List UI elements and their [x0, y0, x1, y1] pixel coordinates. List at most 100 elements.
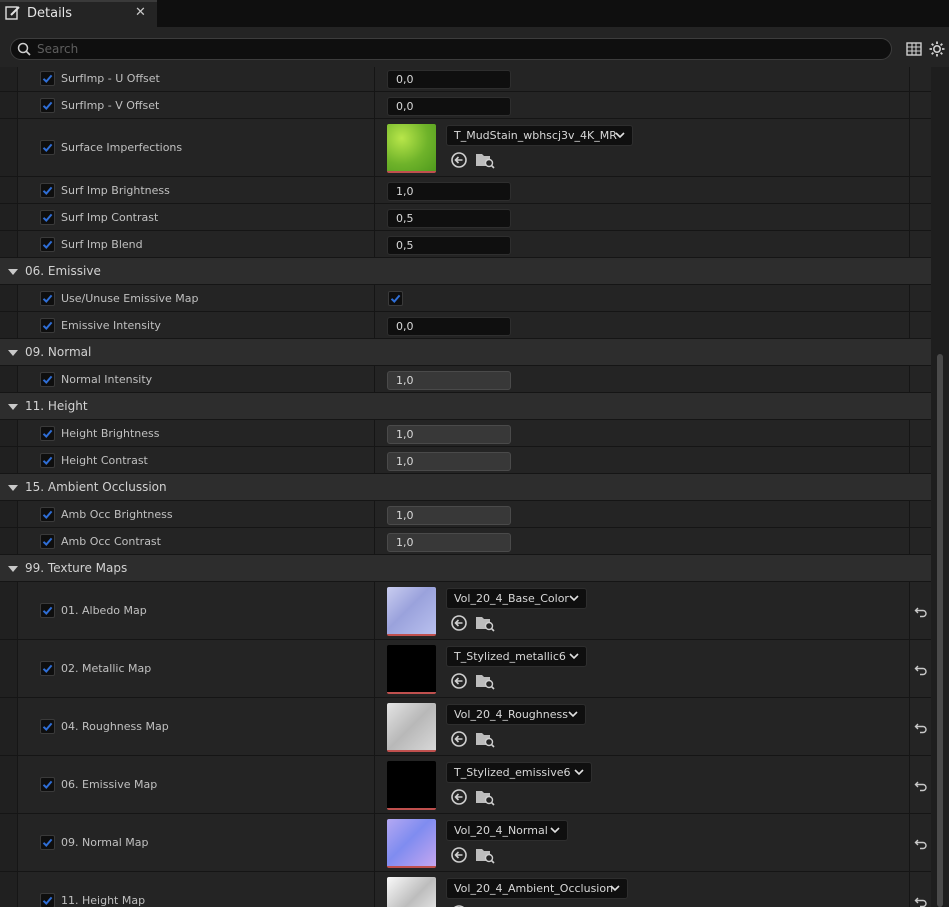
checkmark-icon	[390, 294, 401, 303]
numeric-input[interactable]: 0,0	[387, 97, 511, 116]
browse-asset-icon[interactable]	[475, 672, 495, 690]
texture-asset-dropdown[interactable]: T_Stylized_metallic6	[446, 646, 587, 667]
close-icon[interactable]: ✕	[135, 5, 146, 20]
texture-thumbnail[interactable]	[387, 645, 436, 694]
use-selected-asset-icon[interactable]	[450, 846, 468, 864]
collapse-arrow-icon[interactable]	[8, 350, 18, 356]
category-label[interactable]: 09. Normal	[25, 345, 91, 359]
reset-to-default-icon[interactable]	[914, 604, 928, 618]
numeric-input[interactable]: 0,5	[387, 236, 511, 255]
override-checkbox[interactable]	[40, 318, 55, 333]
tab-bar: Details ✕	[0, 0, 949, 28]
collapse-arrow-icon[interactable]	[8, 485, 18, 491]
override-checkbox[interactable]	[40, 507, 55, 522]
numeric-input[interactable]: 0,0	[387, 317, 511, 336]
texture-thumbnail[interactable]	[387, 587, 436, 636]
checkmark-icon	[42, 74, 53, 83]
texture-asset-name: Vol_20_4_Ambient_Occlusion	[454, 882, 614, 895]
override-checkbox[interactable]	[40, 71, 55, 86]
numeric-input[interactable]: 0,5	[387, 209, 511, 228]
override-checkbox[interactable]	[40, 893, 55, 907]
name-cell	[0, 872, 375, 907]
override-checkbox[interactable]	[40, 534, 55, 549]
property-row-surf-imp-brightness: Surf Imp Brightness 1,0	[0, 177, 931, 204]
collapse-arrow-icon[interactable]	[8, 404, 18, 410]
value-cell: T_Stylized_metallic6	[375, 640, 910, 697]
search-input[interactable]	[37, 40, 877, 58]
category-label[interactable]: 06. Emissive	[25, 264, 101, 278]
browse-asset-icon[interactable]	[475, 846, 495, 864]
texture-asset-dropdown[interactable]: Vol_20_4_Base_Color	[446, 588, 587, 609]
override-checkbox[interactable]	[40, 835, 55, 850]
value-cell: 0,0	[375, 67, 910, 91]
override-checkbox[interactable]	[40, 453, 55, 468]
use-selected-asset-icon[interactable]	[450, 151, 468, 169]
search-box[interactable]	[10, 38, 892, 60]
override-checkbox[interactable]	[40, 140, 55, 155]
texture-thumbnail[interactable]	[387, 819, 436, 868]
table-view-icon[interactable]	[905, 40, 923, 58]
value-checkbox[interactable]	[388, 291, 403, 306]
texture-asset-dropdown[interactable]: Vol_20_4_Roughness	[446, 704, 586, 725]
property-row-amb-occ-brightness: Amb Occ Brightness 1,0	[0, 501, 931, 528]
use-selected-asset-icon[interactable]	[450, 788, 468, 806]
category-label[interactable]: 15. Ambient Occlussion	[25, 480, 167, 494]
override-checkbox[interactable]	[40, 372, 55, 387]
browse-asset-icon[interactable]	[475, 151, 495, 169]
browse-asset-icon[interactable]	[475, 788, 495, 806]
numeric-input[interactable]: 0,0	[387, 70, 511, 89]
reset-cell	[910, 756, 931, 813]
numeric-input[interactable]: 1,0	[387, 371, 511, 390]
category-label[interactable]: 99. Texture Maps	[25, 561, 127, 575]
override-checkbox[interactable]	[40, 777, 55, 792]
override-checkbox[interactable]	[40, 426, 55, 441]
override-checkbox[interactable]	[40, 603, 55, 618]
checkmark-icon	[42, 429, 53, 438]
override-checkbox[interactable]	[40, 661, 55, 676]
numeric-input[interactable]: 1,0	[387, 506, 511, 525]
reset-cell	[910, 501, 931, 527]
property-row-02-metallic-map: 02. Metallic Map T_Stylized_metallic6	[0, 640, 931, 698]
reset-to-default-icon[interactable]	[914, 778, 928, 792]
texture-asset-dropdown[interactable]: T_MudStain_wbhscj3v_4K_MR	[446, 125, 633, 146]
reset-to-default-icon[interactable]	[914, 662, 928, 676]
texture-thumbnail[interactable]	[387, 761, 436, 810]
category-label[interactable]: 11. Height	[25, 399, 88, 413]
property-row-normal-intensity: Normal Intensity 1,0	[0, 366, 931, 393]
reset-to-default-icon[interactable]	[914, 836, 928, 850]
category-11-height: 11. Height	[0, 393, 931, 420]
override-checkbox[interactable]	[40, 210, 55, 225]
browse-asset-icon[interactable]	[475, 730, 495, 748]
texture-thumbnail[interactable]	[387, 877, 436, 907]
numeric-input[interactable]: 1,0	[387, 452, 511, 471]
property-label: Emissive Intensity	[61, 319, 161, 332]
scrollbar-thumb[interactable]	[937, 354, 943, 907]
texture-asset-dropdown[interactable]: Vol_20_4_Normal	[446, 820, 568, 841]
numeric-input[interactable]: 1,0	[387, 533, 511, 552]
gear-icon[interactable]	[928, 40, 946, 58]
override-checkbox[interactable]	[40, 719, 55, 734]
override-checkbox[interactable]	[40, 183, 55, 198]
value-cell	[375, 285, 910, 311]
texture-thumbnail[interactable]	[387, 124, 436, 173]
browse-asset-icon[interactable]	[475, 614, 495, 632]
tab-details[interactable]: Details ✕	[0, 0, 157, 27]
use-selected-asset-icon[interactable]	[450, 614, 468, 632]
scrollbar[interactable]	[931, 67, 949, 907]
checkmark-icon	[42, 896, 53, 905]
reset-to-default-icon[interactable]	[914, 894, 928, 907]
use-selected-asset-icon[interactable]	[450, 730, 468, 748]
numeric-input[interactable]: 1,0	[387, 182, 511, 201]
override-checkbox[interactable]	[40, 237, 55, 252]
override-checkbox[interactable]	[40, 98, 55, 113]
texture-thumbnail[interactable]	[387, 703, 436, 752]
override-checkbox[interactable]	[40, 291, 55, 306]
collapse-arrow-icon[interactable]	[8, 566, 18, 572]
collapse-arrow-icon[interactable]	[8, 269, 18, 275]
texture-asset-dropdown[interactable]: Vol_20_4_Ambient_Occlusion	[446, 878, 628, 899]
use-selected-asset-icon[interactable]	[450, 672, 468, 690]
texture-asset-dropdown[interactable]: T_Stylized_emissive6	[446, 762, 592, 783]
name-cell	[0, 447, 375, 473]
numeric-input[interactable]: 1,0	[387, 425, 511, 444]
reset-to-default-icon[interactable]	[914, 720, 928, 734]
